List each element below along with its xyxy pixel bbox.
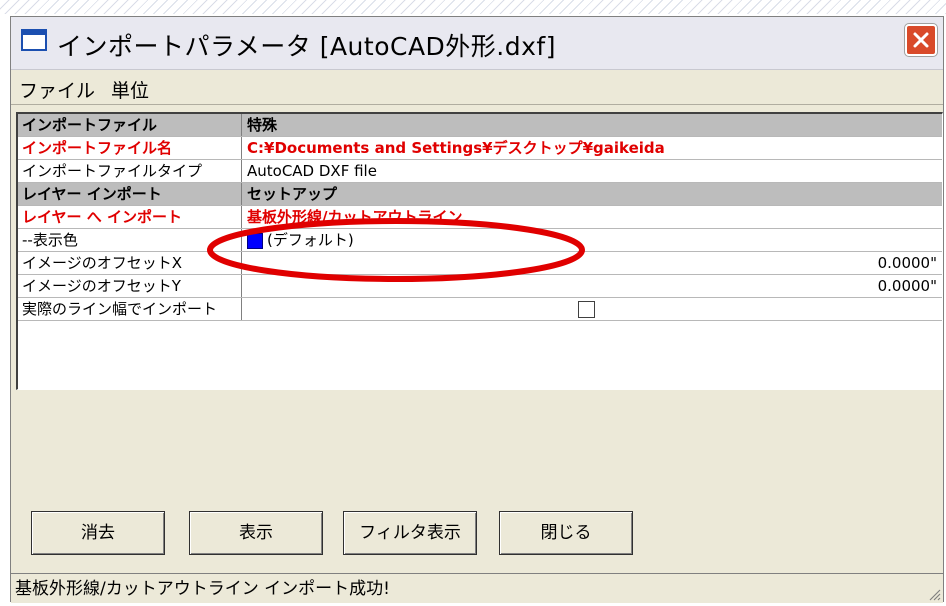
clear-button[interactable]: 消去	[31, 511, 165, 555]
row-value[interactable]: (デフォルト)	[243, 229, 942, 251]
row-value[interactable]: AutoCAD DXF file	[243, 160, 942, 182]
header-import-file: インポートファイル	[18, 114, 242, 136]
row-label: インポートファイル名	[18, 137, 242, 159]
window-title: インポートパラメータ [AutoCAD外形.dxf]	[57, 32, 556, 61]
row-value[interactable]: 基板外形線/カットアウトライン	[243, 206, 942, 228]
import-parameters-window: インポートパラメータ [AutoCAD外形.dxf] ファイル 単位 インポート…	[10, 16, 944, 603]
row-value	[243, 298, 942, 320]
menu-file[interactable]: ファイル	[19, 76, 95, 103]
table-row[interactable]: イメージのオフセットX 0.0000"	[18, 252, 942, 275]
color-swatch[interactable]	[247, 232, 263, 249]
desktop-background	[0, 0, 946, 14]
title-bar[interactable]: インポートパラメータ [AutoCAD外形.dxf]	[11, 17, 943, 70]
status-bar: 基板外形線/カットアウトライン インポート成功!	[11, 573, 943, 603]
table-row[interactable]: レイヤー へ インポート 基板外形線/カットアウトライン	[18, 206, 942, 229]
resize-grip-icon[interactable]	[927, 587, 941, 601]
close-button[interactable]	[905, 24, 937, 56]
row-label: --表示色	[18, 229, 242, 251]
color-value: (デフォルト)	[267, 231, 354, 249]
filter-show-button[interactable]: フィルタ表示	[343, 511, 477, 555]
menu-bar: ファイル 単位	[11, 70, 943, 105]
row-label: イメージのオフセットY	[18, 275, 242, 297]
menu-unit[interactable]: 単位	[111, 76, 149, 103]
row-value[interactable]: 0.0000"	[243, 275, 942, 297]
table-row[interactable]: 実際のライン幅でインポート	[18, 298, 942, 321]
table-row[interactable]: レイヤー インポート セットアップ	[18, 183, 942, 206]
row-value[interactable]: C:¥Documents and Settings¥デスクトップ¥gaikeid…	[243, 137, 942, 159]
row-label: イメージのオフセットX	[18, 252, 242, 274]
window-icon	[21, 29, 47, 51]
table-row[interactable]: インポートファイルタイプ AutoCAD DXF file	[18, 160, 942, 183]
row-value[interactable]: セットアップ	[243, 183, 942, 205]
row-label: レイヤー へ インポート	[18, 206, 242, 228]
close-dialog-button[interactable]: 閉じる	[499, 511, 633, 555]
parameter-grid: インポートファイル 特殊 インポートファイル名 C:¥Documents and…	[16, 112, 943, 390]
row-value[interactable]: 0.0000"	[243, 252, 942, 274]
grid-header-row: インポートファイル 特殊	[18, 114, 942, 137]
show-button[interactable]: 表示	[189, 511, 323, 555]
table-row[interactable]: --表示色 (デフォルト)	[18, 229, 942, 252]
row-label: 実際のライン幅でインポート	[18, 298, 242, 320]
row-label: レイヤー インポート	[18, 183, 242, 205]
row-label: インポートファイルタイプ	[18, 160, 242, 182]
table-row[interactable]: イメージのオフセットY 0.0000"	[18, 275, 942, 298]
close-icon	[913, 32, 929, 48]
status-text: 基板外形線/カットアウトライン インポート成功!	[15, 579, 390, 599]
header-special: 特殊	[247, 116, 278, 134]
table-row[interactable]: インポートファイル名 C:¥Documents and Settings¥デスク…	[18, 137, 942, 160]
line-width-checkbox[interactable]	[578, 301, 595, 318]
